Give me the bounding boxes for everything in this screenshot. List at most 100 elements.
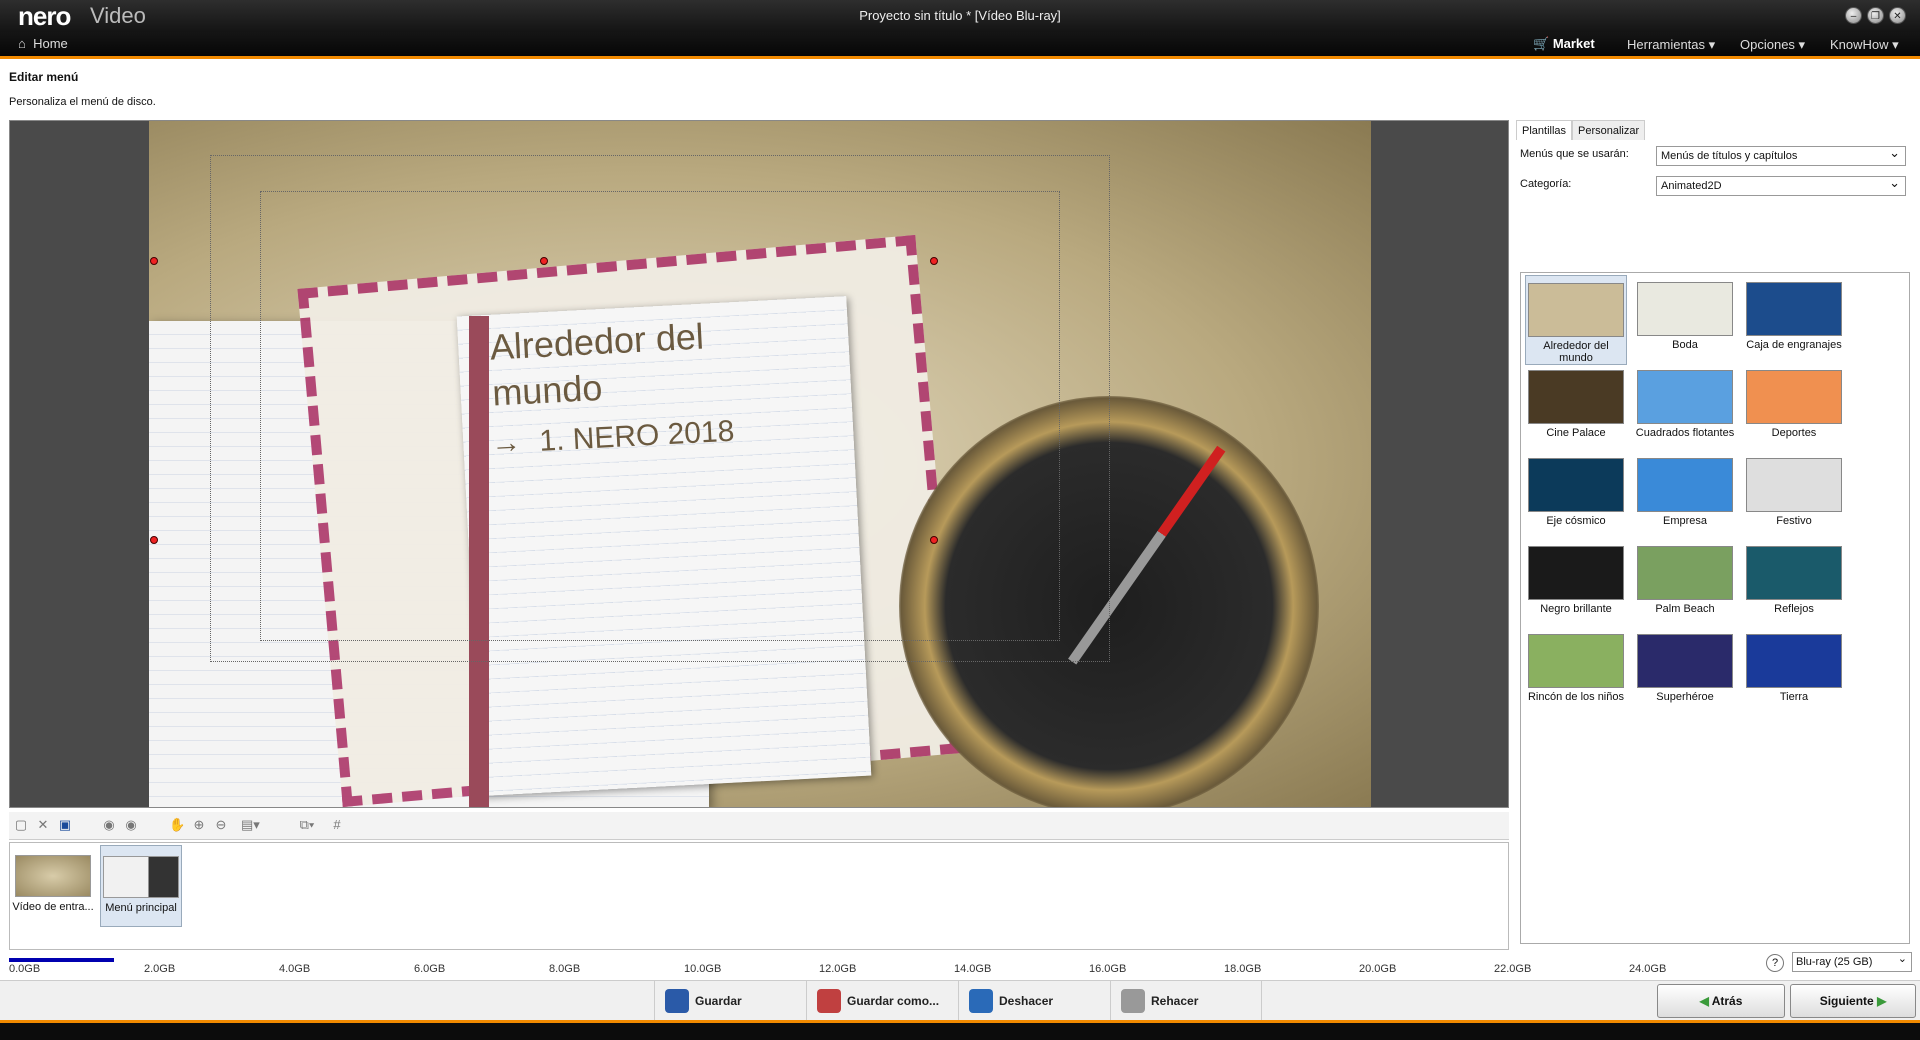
- help-icon[interactable]: ?: [1766, 954, 1784, 972]
- delete-icon[interactable]: ✕: [35, 817, 51, 833]
- template-label: Boda: [1672, 339, 1698, 351]
- restore-icon[interactable]: ❐: [1867, 7, 1884, 24]
- redo-label: Rehacer: [1151, 994, 1199, 1008]
- page-title: Editar menú: [9, 70, 79, 84]
- menu-knowhow[interactable]: KnowHow ▾: [1830, 37, 1899, 53]
- capacity-tick: 18.0GB: [1224, 963, 1262, 975]
- disc-capacity-bar: 0.0GB 2.0GB 4.0GB 6.0GB 8.0GB 10.0GB 12.0GB 14.…: [9, 952, 1666, 978]
- template-label: Reflejos: [1774, 603, 1814, 615]
- capacity-tick: 16.0GB: [1089, 963, 1127, 975]
- save-as-button[interactable]: Guardar como...: [806, 981, 958, 1021]
- title-bar: nero Video Proyecto sin título * [Vídeo …: [0, 0, 1920, 32]
- template-thumbnail: [1746, 546, 1842, 600]
- grid-icon[interactable]: #: [329, 817, 345, 833]
- capacity-tick: 6.0GB: [414, 963, 446, 975]
- selection-handle[interactable]: [930, 536, 938, 544]
- menus-select[interactable]: Menús de títulos y capítulos: [1656, 144, 1906, 166]
- app-window: nero Video Proyecto sin título * [Vídeo …: [0, 0, 1920, 1040]
- home-button[interactable]: ⌂ Home: [18, 36, 68, 51]
- zoom-out-icon[interactable]: ⊖: [213, 817, 229, 833]
- thumbnail-main-menu[interactable]: Menú principal: [100, 845, 182, 927]
- selection-handle[interactable]: [150, 257, 158, 265]
- template-item[interactable]: Empresa: [1634, 451, 1736, 527]
- selection-handle[interactable]: [930, 257, 938, 265]
- template-item[interactable]: Caja de engranajes: [1743, 275, 1845, 351]
- template-item[interactable]: Festivo: [1743, 451, 1845, 527]
- template-thumbnail: [1746, 634, 1842, 688]
- template-label: Negro brillante: [1540, 603, 1612, 615]
- capacity-tick: 20.0GB: [1359, 963, 1397, 975]
- template-thumbnail: [1528, 283, 1624, 337]
- category-select[interactable]: Animated2D: [1656, 174, 1906, 196]
- thumbnail-label: Vídeo de entra...: [12, 901, 94, 913]
- capacity-tick: 12.0GB: [819, 963, 857, 975]
- template-grid: Alrededor del mundo Boda Caja de engranaje…: [1520, 272, 1910, 944]
- template-item[interactable]: Negro brillante: [1525, 539, 1627, 615]
- basket-icon: 🛒: [1533, 36, 1550, 51]
- capacity-tick: 4.0GB: [279, 963, 311, 975]
- template-item[interactable]: Palm Beach: [1634, 539, 1736, 615]
- save-icon: [665, 989, 689, 1013]
- tab-personalizar[interactable]: Personalizar: [1572, 120, 1646, 140]
- hand-icon[interactable]: ✋: [169, 817, 185, 833]
- template-thumbnail: [1528, 634, 1624, 688]
- template-thumbnail: [1637, 458, 1733, 512]
- menu-background: Alrededor del mundo → 1. NERO 2018: [149, 121, 1371, 807]
- template-item[interactable]: Superhéroe: [1634, 627, 1736, 703]
- capacity-tick: 24.0GB: [1629, 963, 1667, 975]
- save-button[interactable]: Guardar: [654, 981, 806, 1021]
- back-arrow-icon: ◀: [1699, 994, 1709, 1008]
- undo-button[interactable]: Deshacer: [958, 981, 1110, 1021]
- capacity-tick: 10.0GB: [684, 963, 722, 975]
- menu-opciones[interactable]: Opciones ▾: [1740, 37, 1805, 53]
- undo-icon: [969, 989, 993, 1013]
- undo-label: Deshacer: [999, 994, 1054, 1008]
- capacity-fill: [9, 958, 114, 962]
- menu-preview[interactable]: Alrededor del mundo → 1. NERO 2018: [9, 120, 1509, 808]
- back-button[interactable]: ◀ Atrás: [1657, 984, 1785, 1018]
- template-item[interactable]: Alrededor del mundo: [1525, 275, 1627, 365]
- template-item[interactable]: Rincón de los niños: [1525, 627, 1627, 703]
- new-icon[interactable]: ▢: [13, 817, 29, 833]
- market-button[interactable]: 🛒 Market: [1533, 36, 1595, 52]
- redo-button[interactable]: Rehacer: [1110, 981, 1262, 1021]
- save-icon[interactable]: ▣: [57, 817, 73, 833]
- template-label: Caja de engranajes: [1746, 339, 1842, 351]
- selection-handle[interactable]: [540, 257, 548, 265]
- template-item[interactable]: Deportes: [1743, 363, 1845, 439]
- selection-handle[interactable]: [150, 536, 158, 544]
- template-item[interactable]: Reflejos: [1743, 539, 1845, 615]
- back-icon[interactable]: ◉: [101, 817, 117, 833]
- template-thumbnail: [1746, 370, 1842, 424]
- next-arrow-icon: ▶: [1877, 994, 1887, 1008]
- template-label: Empresa: [1662, 515, 1708, 527]
- template-item[interactable]: Eje cósmico: [1525, 451, 1627, 527]
- arrange-icon[interactable]: ⧉▾: [299, 817, 315, 833]
- template-item[interactable]: Tierra: [1743, 627, 1845, 703]
- template-item[interactable]: Cine Palace: [1525, 363, 1627, 439]
- category-label: Categoría:: [1520, 178, 1572, 190]
- home-label: Home: [33, 36, 68, 51]
- layout-icon[interactable]: ▤▾: [241, 817, 260, 833]
- redo-icon: [1121, 989, 1145, 1013]
- template-item[interactable]: Boda: [1634, 275, 1736, 351]
- thumbnail-intro[interactable]: Vídeo de entra...: [12, 845, 94, 927]
- safe-area-inner: [260, 191, 1060, 641]
- template-label: Cuadrados flotantes: [1635, 427, 1735, 439]
- save-as-icon: [817, 989, 841, 1013]
- template-label: Superhéroe: [1656, 691, 1714, 703]
- menu-herramientas[interactable]: Herramientas ▾: [1627, 37, 1715, 53]
- market-label: Market: [1552, 36, 1595, 51]
- editor-toolbar: ▢ ✕ ▣ ◉ ◉ ✋ ⊕ ⊖ ▤▾ ⧉▾ #: [9, 812, 1509, 840]
- disc-type-select[interactable]: Blu-ray (25 GB): [1792, 950, 1912, 972]
- template-item[interactable]: Cuadrados flotantes: [1634, 363, 1736, 439]
- tab-plantillas[interactable]: Plantillas: [1516, 120, 1573, 140]
- template-thumbnail: [1746, 282, 1842, 336]
- capacity-tick: 0.0GB: [9, 963, 41, 975]
- zoom-in-icon[interactable]: ⊕: [191, 817, 207, 833]
- capacity-tick: 22.0GB: [1494, 963, 1532, 975]
- minimize-icon[interactable]: –: [1845, 7, 1862, 24]
- next-button[interactable]: Siguiente ▶: [1790, 984, 1916, 1018]
- close-icon[interactable]: ✕: [1889, 7, 1906, 24]
- forward-icon[interactable]: ◉: [123, 817, 139, 833]
